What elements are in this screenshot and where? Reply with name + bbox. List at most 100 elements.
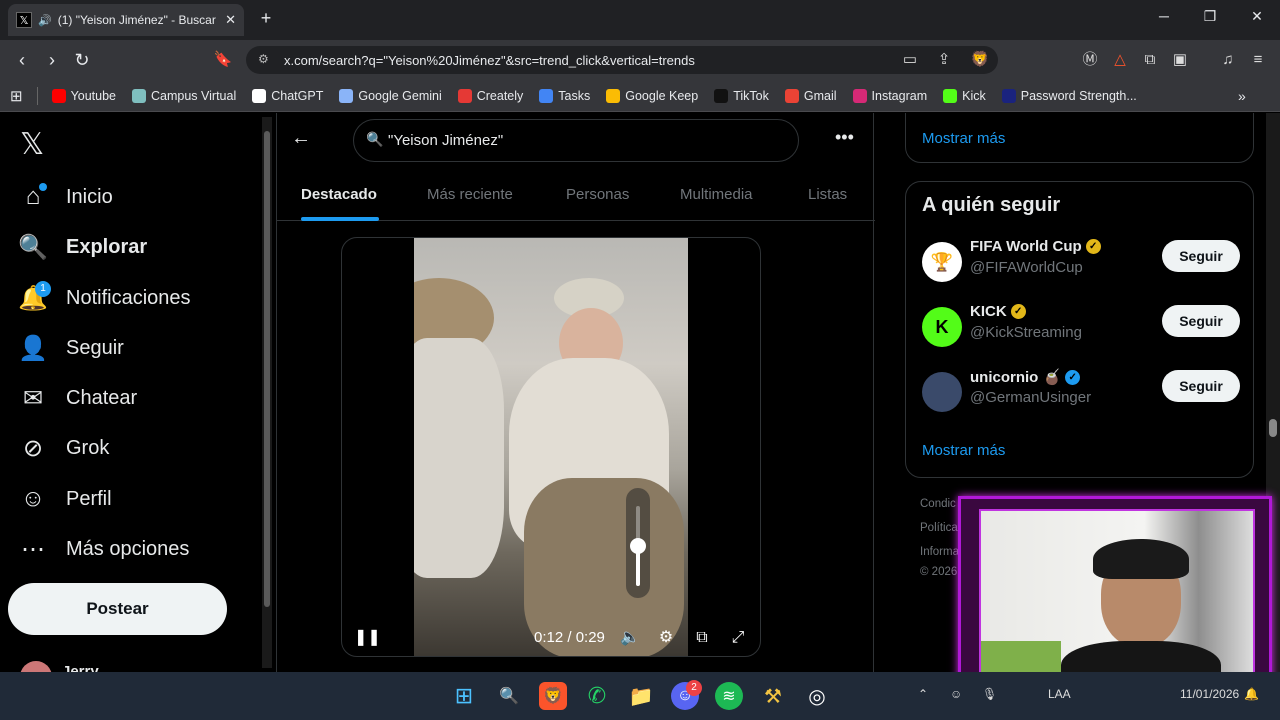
settings-gear-icon[interactable]: ⚙ (656, 628, 676, 648)
new-tab-button[interactable]: + (256, 8, 276, 32)
avatar[interactable]: 🏆 (922, 242, 962, 282)
search-input[interactable]: 🔍 "Yeison Jiménez" (353, 119, 799, 162)
forward-icon[interactable]: › (40, 48, 64, 72)
spotify-icon[interactable]: ≋ (715, 682, 743, 710)
media-icon[interactable]: ♫ (1218, 50, 1238, 70)
address-bar[interactable]: ⚙ x.com/search?q="Yeison%20Jiménez"&src=… (246, 46, 998, 74)
show-more-link-trends[interactable]: Mostrar más (922, 130, 1005, 147)
file-explorer-icon[interactable]: 📁 (627, 682, 655, 710)
extensions-icon[interactable]: ⧉ (1140, 50, 1160, 70)
follow-account[interactable]: 🏆 FIFA World Cup ✓ @FIFAWorldCup Seguir (922, 234, 1240, 294)
x-logo-icon[interactable]: 𝕏 (20, 127, 44, 162)
more-bookmarks-icon[interactable]: » (1238, 88, 1246, 104)
post-button[interactable]: Postear (8, 583, 227, 635)
bookmark-9[interactable]: Instagram (852, 88, 927, 103)
account-name-row[interactable]: KICK ✓ (970, 303, 1026, 320)
sidebar-item-mas-opciones[interactable]: ⋯ Más opciones (18, 527, 189, 571)
sidebar-item-seguir[interactable]: 👤 Seguir (18, 326, 124, 370)
tab-multimedia[interactable]: Multimedia (680, 186, 753, 203)
obs-icon[interactable]: ◎ (803, 682, 831, 710)
whatsapp-icon[interactable]: ✆ (583, 682, 611, 710)
maximize-button[interactable]: ❐ (1190, 8, 1230, 32)
footer-link-info[interactable]: Informa (920, 546, 959, 558)
bookmark-5[interactable]: Tasks (539, 88, 590, 103)
language-indicator[interactable]: LAA (1048, 687, 1071, 701)
fullscreen-icon[interactable]: ⤢ (728, 628, 748, 648)
sidebar-item-notificaciones[interactable]: 🔔 1 Notificaciones (18, 276, 191, 320)
video-player[interactable]: ❚❚ 0:12 / 0:29 🔈 ⚙ ⧉ ⤢ (341, 237, 761, 657)
more-options-icon[interactable]: ••• (835, 127, 854, 148)
footer-link-privacy[interactable]: Política (920, 522, 958, 534)
tray-overflow-icon[interactable]: ⌃ (918, 687, 928, 701)
cast-icon[interactable]: ▭ (900, 50, 920, 70)
sidebar-item-perfil[interactable]: ☺ Perfil (18, 477, 112, 521)
close-tab-icon[interactable]: ✕ (225, 12, 236, 28)
account-name-row[interactable]: FIFA World Cup ✓ (970, 238, 1101, 255)
avatar[interactable] (922, 372, 962, 412)
volume-slider[interactable] (626, 488, 650, 598)
minimize-button[interactable]: ─ (1144, 8, 1184, 32)
follow-button[interactable]: Seguir (1162, 305, 1240, 337)
bookmark-6[interactable]: Google Keep (606, 88, 698, 103)
app-icon[interactable]: ⚒ (759, 682, 787, 710)
bookmark-0[interactable]: Youtube (51, 88, 117, 103)
tab-listas[interactable]: Listas (808, 186, 847, 203)
follow-button[interactable]: Seguir (1162, 240, 1240, 272)
bookmark-3[interactable]: Google Gemini (339, 88, 442, 103)
footer-link-terms[interactable]: Condic (920, 498, 956, 510)
scrollbar-thumb[interactable] (264, 131, 270, 607)
apps-icon[interactable]: ⊞ (10, 87, 23, 105)
menu-icon[interactable]: ≡ (1248, 50, 1268, 70)
notifications-icon[interactable]: 🔔 (1244, 687, 1259, 701)
tab-destacado[interactable]: Destacado (301, 186, 377, 203)
brave-shields-icon[interactable]: 🦁 (970, 50, 990, 70)
sidebar-scrollbar[interactable] (262, 117, 272, 668)
share-icon[interactable]: ⇪ (934, 50, 954, 70)
pause-icon[interactable]: ❚❚ (354, 628, 381, 648)
clock-date[interactable]: 11/01/2026 (1180, 687, 1239, 701)
site-settings-icon[interactable]: ⚙ (258, 52, 269, 66)
sidebar-item-inicio[interactable]: ⌂ Inicio (18, 175, 113, 219)
bookmark-icon[interactable]: 🔖 (211, 48, 235, 72)
bookmark-label: Youtube (70, 88, 117, 103)
discord-icon[interactable]: ☺ 2 (671, 680, 702, 710)
show-more-link-follow[interactable]: Mostrar más (922, 442, 1005, 459)
bookmark-1[interactable]: Campus Virtual (132, 88, 236, 103)
volume-knob[interactable] (630, 538, 646, 554)
tab-personas[interactable]: Personas (566, 186, 629, 203)
microphone-icon[interactable]: 🎙 (982, 687, 997, 701)
grok-icon: ⊘ (22, 434, 44, 462)
extension-m-icon[interactable]: Ⓜ (1080, 50, 1100, 70)
bookmark-10[interactable]: Kick (943, 88, 986, 103)
sidebar-item-explorar[interactable]: 🔍 Explorar (18, 225, 147, 269)
follow-button[interactable]: Seguir (1162, 370, 1240, 402)
close-window-button[interactable]: ✕ (1237, 8, 1277, 32)
back-arrow-icon[interactable]: ← (291, 127, 315, 151)
follow-account[interactable]: K KICK ✓ @KickStreaming Seguir (922, 299, 1240, 359)
bookmark-11[interactable]: Password Strength... (1001, 88, 1137, 103)
volume-icon[interactable]: 🔈 (620, 628, 640, 648)
avatar[interactable]: K (922, 307, 962, 347)
pip-icon[interactable]: ⧉ (692, 628, 712, 648)
browser-tab[interactable]: 𝕏 🔊 (1) "Yeison Jiménez" - Buscar ✕ (8, 4, 244, 36)
bookmark-4[interactable]: Creately (457, 88, 523, 103)
account-name-row[interactable]: unicornio 🧉 ✓ (970, 368, 1081, 386)
reload-icon[interactable]: ↻ (70, 48, 94, 72)
brave-browser-icon[interactable]: 🦁 (539, 682, 567, 710)
bookmark-7[interactable]: TikTok (714, 88, 769, 103)
bookmark-8[interactable]: Gmail (784, 88, 837, 103)
tab-mas-reciente[interactable]: Más reciente (427, 186, 513, 203)
video-frame[interactable] (414, 238, 688, 656)
wallet-icon[interactable]: ▣ (1170, 50, 1190, 70)
brave-rewards-icon[interactable]: △ (1110, 50, 1130, 70)
sidebar-item-grok[interactable]: ⊘ Grok (18, 426, 109, 470)
follow-account[interactable]: unicornio 🧉 ✓ @GermanUsinger Seguir (922, 364, 1240, 424)
search-icon[interactable]: 🔍 (495, 682, 523, 710)
scrollbar-thumb[interactable] (1269, 419, 1277, 437)
tray-discord-icon[interactable]: ☺ (950, 687, 962, 701)
avatar[interactable] (20, 661, 52, 672)
bookmark-2[interactable]: ChatGPT (252, 88, 323, 103)
back-icon[interactable]: ‹ (10, 48, 34, 72)
start-icon[interactable]: ⊞ (450, 682, 478, 710)
sidebar-item-chatear[interactable]: ✉ Chatear (18, 376, 137, 420)
